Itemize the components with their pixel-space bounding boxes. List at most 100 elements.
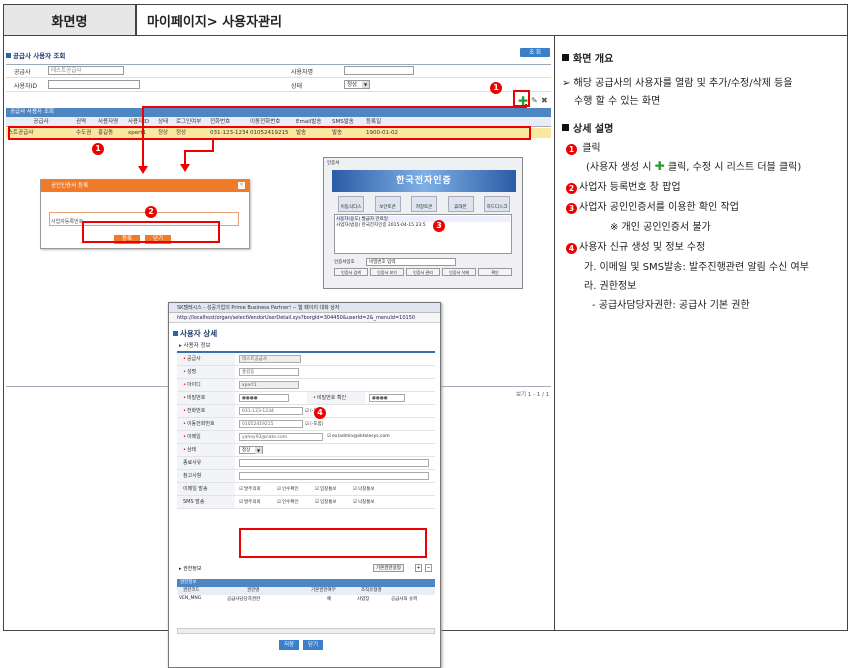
supplier-label: 공급사 xyxy=(14,69,31,76)
cert-list[interactable]: 사용자(용도) 발급자 만료일 사업자(범용) 한국전자인증 2015-04-1… xyxy=(334,214,512,254)
auth-header-cell: 기본권한여부 xyxy=(311,588,336,593)
detail-title-text: 사용자 상세 xyxy=(180,329,218,338)
item-4: 4 사용자 신규 생성 및 정보 수정 xyxy=(566,238,705,254)
sms-check-bid[interactable]: 입찰통보 xyxy=(315,499,337,505)
overview-line-1: ➢ 해당 공급사의 사용자를 열람 및 추가/수정/삭제 등을 xyxy=(562,78,793,89)
grid-header-cell: 사용자ID xyxy=(128,119,150,125)
buttons-highlight xyxy=(82,221,220,243)
item-3-sub: ※ 개인 공인인증서 불가 xyxy=(610,222,711,233)
user-id-label: 사용자ID xyxy=(14,83,37,90)
item-3-text: 사업자 공인인증서를 이용한 확인 작업 xyxy=(579,202,739,213)
close-detail-button[interactable]: 닫기 xyxy=(303,640,323,650)
note-field[interactable] xyxy=(239,472,429,480)
square-bullet-icon xyxy=(562,54,569,61)
grid-header-cell: 로그인여부 xyxy=(176,119,202,125)
overview-title: 화면 개요 xyxy=(562,50,613,65)
connector-line xyxy=(184,150,214,152)
cert-list-row[interactable]: 사업자(범용) 한국전자인증 2015-04-15 23:5 xyxy=(336,222,510,228)
save-button[interactable]: 저장 xyxy=(279,640,299,650)
email-check-award[interactable]: 낙찰통보 xyxy=(353,486,375,492)
close-icon[interactable]: ✕ xyxy=(238,182,245,189)
auth-cell: 예 xyxy=(327,597,332,602)
email-field[interactable]: yahey93@nate.com xyxy=(239,433,323,441)
email-label: 이메일 xyxy=(177,431,235,443)
sms-check-order[interactable]: 발주의뢰 xyxy=(239,499,261,505)
cert-password-label: 인증서암호 xyxy=(334,260,355,265)
auth-header-cell: 조직유형명 xyxy=(361,588,382,593)
cert-view-button[interactable]: 인증서 보기 xyxy=(370,268,404,276)
phone-field[interactable]: 031-123-1234 xyxy=(239,407,303,415)
password-confirm-field[interactable]: ●●●● xyxy=(369,394,405,402)
cert-manage-button[interactable]: 인증서 관리 xyxy=(406,268,440,276)
phone-icon[interactable]: 휴대폰 xyxy=(447,196,474,212)
cert-delete-button[interactable]: 인증서 삭제 xyxy=(442,268,476,276)
remove-auth-icon[interactable]: − xyxy=(425,564,432,572)
column-divider xyxy=(554,36,555,631)
cert-ok-button[interactable]: 확인 xyxy=(478,268,512,276)
user-name-input[interactable] xyxy=(344,66,414,75)
cert-register-title: 공인인증서 등록 ✕ xyxy=(41,180,249,192)
auth-header-cell: 권한명 xyxy=(247,588,260,593)
grid-header-cell: 상태 xyxy=(158,119,169,125)
add-highlight xyxy=(513,90,530,107)
auth-grid-bar: 권한정보 xyxy=(177,579,435,587)
user-detail-popup: SK텔레시스 - 성공기업의 Prime Business Partner! -… xyxy=(168,302,441,668)
password-field[interactable]: ●●●● xyxy=(239,394,289,402)
removable-disk-icon[interactable]: 이동식디스크 xyxy=(338,196,364,212)
user-id-input[interactable] xyxy=(48,80,140,89)
close-reason-field[interactable] xyxy=(239,459,429,467)
overview-line-2: 수행 할 수 있는 화면 xyxy=(574,96,661,107)
screen-mockup: 공급사 사용자 조회 조 회 공급사 테스트공급사 사용자명 사용자ID 상태 … xyxy=(4,44,553,668)
badge-2: 2 xyxy=(145,206,157,218)
badge-1-row: 1 xyxy=(92,143,104,155)
edit-icon[interactable]: ✎ xyxy=(531,96,538,105)
badge-1-top: 1 xyxy=(490,82,502,94)
badge-1: 1 xyxy=(566,144,577,155)
sms-check-receive[interactable]: 인수확인 xyxy=(277,499,299,505)
cert-password-row: 인증서암호 비밀번호 입력 xyxy=(334,258,512,266)
status-select[interactable]: 정상 xyxy=(344,80,370,89)
auth-cell: 사업장 xyxy=(357,597,370,602)
add-auth-icon[interactable]: + xyxy=(415,564,422,572)
sms-check-award[interactable]: 낙찰통보 xyxy=(353,499,375,505)
pager: 보기 1 - 1 / 1 xyxy=(516,392,550,398)
item-4-a: 가. 이메일 및 SMS발송: 발주진행관련 알림 수신 여부 xyxy=(584,262,809,273)
auth-section-title-text: 권한정보 xyxy=(183,566,202,572)
auth-scrollbar[interactable] xyxy=(177,628,435,634)
auth-header-cell: 권한코드 xyxy=(183,588,200,593)
name-label: 성명 xyxy=(177,366,235,378)
email-check-order[interactable]: 발주의뢰 xyxy=(239,486,261,492)
email-check-bid[interactable]: 입찰통보 xyxy=(315,486,337,492)
delete-icon[interactable]: ✖ xyxy=(541,96,548,105)
cert-search-button[interactable]: 인증서 검색 xyxy=(334,268,368,276)
supplier-input[interactable]: 테스트공급사 xyxy=(48,66,124,75)
mobile-field[interactable]: 01052419215 xyxy=(239,420,303,428)
cert-banner: 한국전자인증 xyxy=(332,170,516,192)
item-4-b: 라. 권한정보 xyxy=(584,281,637,292)
email-send-label: 이메일 발송 xyxy=(177,483,235,495)
default-auth-button[interactable]: 기본권한설정 xyxy=(373,564,404,572)
security-token-icon[interactable]: 보안토큰 xyxy=(374,196,401,212)
search-button[interactable]: 조 회 xyxy=(520,48,550,57)
item-1: 1 클릭 xyxy=(566,139,601,155)
detail-url-bar: http://localhost/organ/selectVendorUserD… xyxy=(169,313,440,323)
item-1-sub-a: (사용자 생성 시 xyxy=(586,162,652,173)
detail-window-title: SK텔레시스 - 성공기업의 Prime Business Partner! -… xyxy=(169,303,440,313)
row-highlight xyxy=(8,126,531,140)
name-field[interactable]: 홍길동 xyxy=(239,368,299,376)
hard-disk-icon[interactable]: 하드디스크 xyxy=(484,196,510,212)
auth-row[interactable]: VEN_MNG 공급사담당자권한 예 사업장 공급사의 슈퍼 xyxy=(177,596,435,604)
email-check-receive[interactable]: 인수확인 xyxy=(277,486,299,492)
status-select[interactable]: 정상 xyxy=(239,446,263,454)
save-token-icon[interactable]: 저장토큰 xyxy=(411,196,437,212)
cert-password-input[interactable]: 비밀번호 입력 xyxy=(366,258,457,266)
item-1-text: 클릭 xyxy=(582,143,601,154)
notify-highlight xyxy=(239,528,427,558)
grid-title-bar: 공급사 사용자 조회 xyxy=(6,108,551,117)
grid-header-cell: 등록일 xyxy=(366,119,382,125)
grid-header-cell: 공급사 xyxy=(33,119,49,125)
certificate-popup: 인증서 한국전자인증 이동식디스크 보안토큰 저장토큰 휴대폰 하드디스크 사용… xyxy=(323,157,523,289)
item-2-text: 사업자 등록번호 창 팝업 xyxy=(579,182,681,193)
id-label: 아이디 xyxy=(177,379,235,391)
auth-section: ▸ 권한정보 기본권한설정 + − 권한정보 권한코드 권한명 기본권한여부 조… xyxy=(177,564,435,641)
